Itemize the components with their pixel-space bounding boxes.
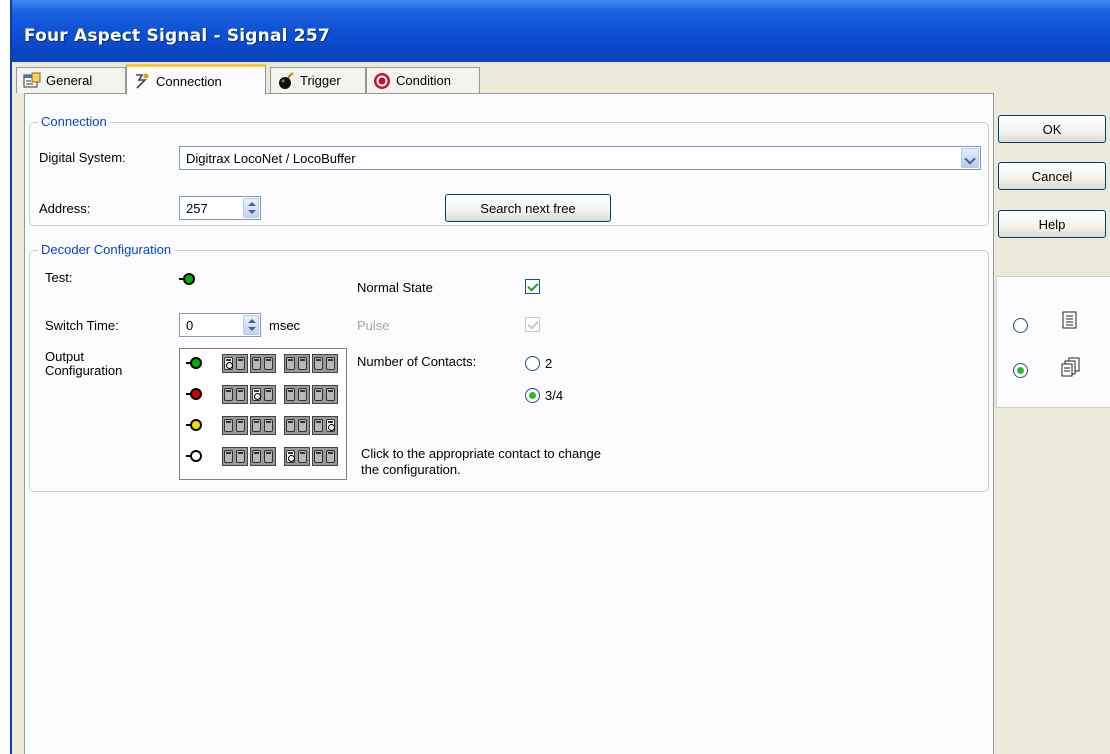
test-led-icon[interactable] <box>179 273 195 285</box>
address-value: 257 <box>186 201 208 216</box>
stop-icon <box>374 72 390 89</box>
contact-cell[interactable] <box>250 385 276 404</box>
pulse-checkbox[interactable] <box>525 317 540 332</box>
tab-condition-label: Condition <box>396 73 451 88</box>
chevron-down-icon[interactable] <box>961 148 979 168</box>
help-button[interactable]: Help <box>998 210 1106 238</box>
switch-time-value: 0 <box>186 318 194 333</box>
digital-system-label: Digital System: <box>39 150 126 165</box>
digital-system-value: Digitrax LocoNet / LocoBuffer <box>186 151 356 166</box>
switch-time-label: Switch Time: <box>45 318 119 333</box>
spin-arrows-icon[interactable] <box>243 315 259 335</box>
number-of-contacts-label: Number of Contacts: <box>357 354 477 369</box>
contact-cell[interactable] <box>312 416 338 435</box>
view-detail-radio[interactable] <box>1013 363 1028 378</box>
spin-arrows-icon[interactable] <box>243 198 259 218</box>
normal-state-label: Normal State <box>357 280 433 295</box>
contact-cell[interactable] <box>312 447 338 466</box>
tab-trigger-label: Trigger <box>300 73 341 88</box>
aspect-red-led-icon <box>186 388 202 400</box>
properties-icon <box>23 72 41 87</box>
tab-general[interactable]: General <box>16 67 126 93</box>
output-configuration-label: Output Configuration <box>45 349 123 378</box>
address-stepper[interactable]: 257 <box>179 196 261 220</box>
title-bar[interactable]: Four Aspect Signal - Signal 257 <box>12 0 1110 62</box>
contacts-2-label: 2 <box>545 356 553 371</box>
contacts-34-label: 3/4 <box>545 388 564 403</box>
output-configuration-grid <box>179 348 347 480</box>
connection-group-legend: Connection <box>38 114 110 129</box>
digital-system-select[interactable]: Digitrax LocoNet / LocoBuffer <box>179 146 981 170</box>
bomb-icon <box>279 71 294 89</box>
contact-cell[interactable] <box>312 354 338 373</box>
tab-condition[interactable]: Condition <box>366 67 480 93</box>
contact-cell[interactable] <box>284 447 310 466</box>
view-list-radio[interactable] <box>1013 318 1028 333</box>
contact-cell[interactable] <box>222 385 248 404</box>
connection-icon <box>136 73 149 89</box>
tab-connection[interactable]: Connection <box>126 64 266 95</box>
decoder-group-legend: Decoder Configuration <box>38 242 175 257</box>
view-mode-panel <box>996 276 1110 408</box>
contact-cell[interactable] <box>250 354 276 373</box>
switch-time-stepper[interactable]: 0 <box>179 313 261 337</box>
connection-tab-page: Connection Digital System: Digitrax Loco… <box>24 93 994 754</box>
aspect-yellow-led-icon <box>186 419 202 431</box>
cancel-button[interactable]: Cancel <box>998 162 1106 190</box>
detail-view-icon[interactable] <box>1061 357 1081 377</box>
aspect-white-led-icon <box>186 450 202 462</box>
contact-cell[interactable] <box>222 447 248 466</box>
aspect-green-led-icon <box>186 357 202 369</box>
search-next-free-button[interactable]: Search next free <box>445 194 611 222</box>
contact-cell[interactable] <box>222 416 248 435</box>
normal-state-checkbox[interactable] <box>525 279 540 294</box>
contact-cell[interactable] <box>312 385 338 404</box>
contact-cell[interactable] <box>284 385 310 404</box>
contacts-34-radio[interactable] <box>525 388 540 403</box>
configuration-hint: Click to the appropriate contact to chan… <box>361 446 601 477</box>
contact-cell[interactable] <box>250 416 276 435</box>
contact-cell[interactable] <box>284 354 310 373</box>
window-title: Four Aspect Signal - Signal 257 <box>24 26 330 46</box>
tab-general-label: General <box>46 73 93 88</box>
contact-cell[interactable] <box>222 354 248 373</box>
ok-button[interactable]: OK <box>998 115 1106 143</box>
switch-time-unit: msec <box>269 318 301 333</box>
list-view-icon[interactable] <box>1061 311 1079 329</box>
tab-trigger[interactable]: Trigger <box>270 67 366 93</box>
contact-cell[interactable] <box>284 416 310 435</box>
contacts-2-radio[interactable] <box>525 356 540 371</box>
pulse-label: Pulse <box>357 318 390 333</box>
test-label: Test: <box>45 270 73 285</box>
dialog-window: Four Aspect Signal - Signal 257 General … <box>10 0 1110 754</box>
contact-cell[interactable] <box>250 447 276 466</box>
address-label: Address: <box>39 201 91 216</box>
tab-connection-label: Connection <box>156 73 222 89</box>
